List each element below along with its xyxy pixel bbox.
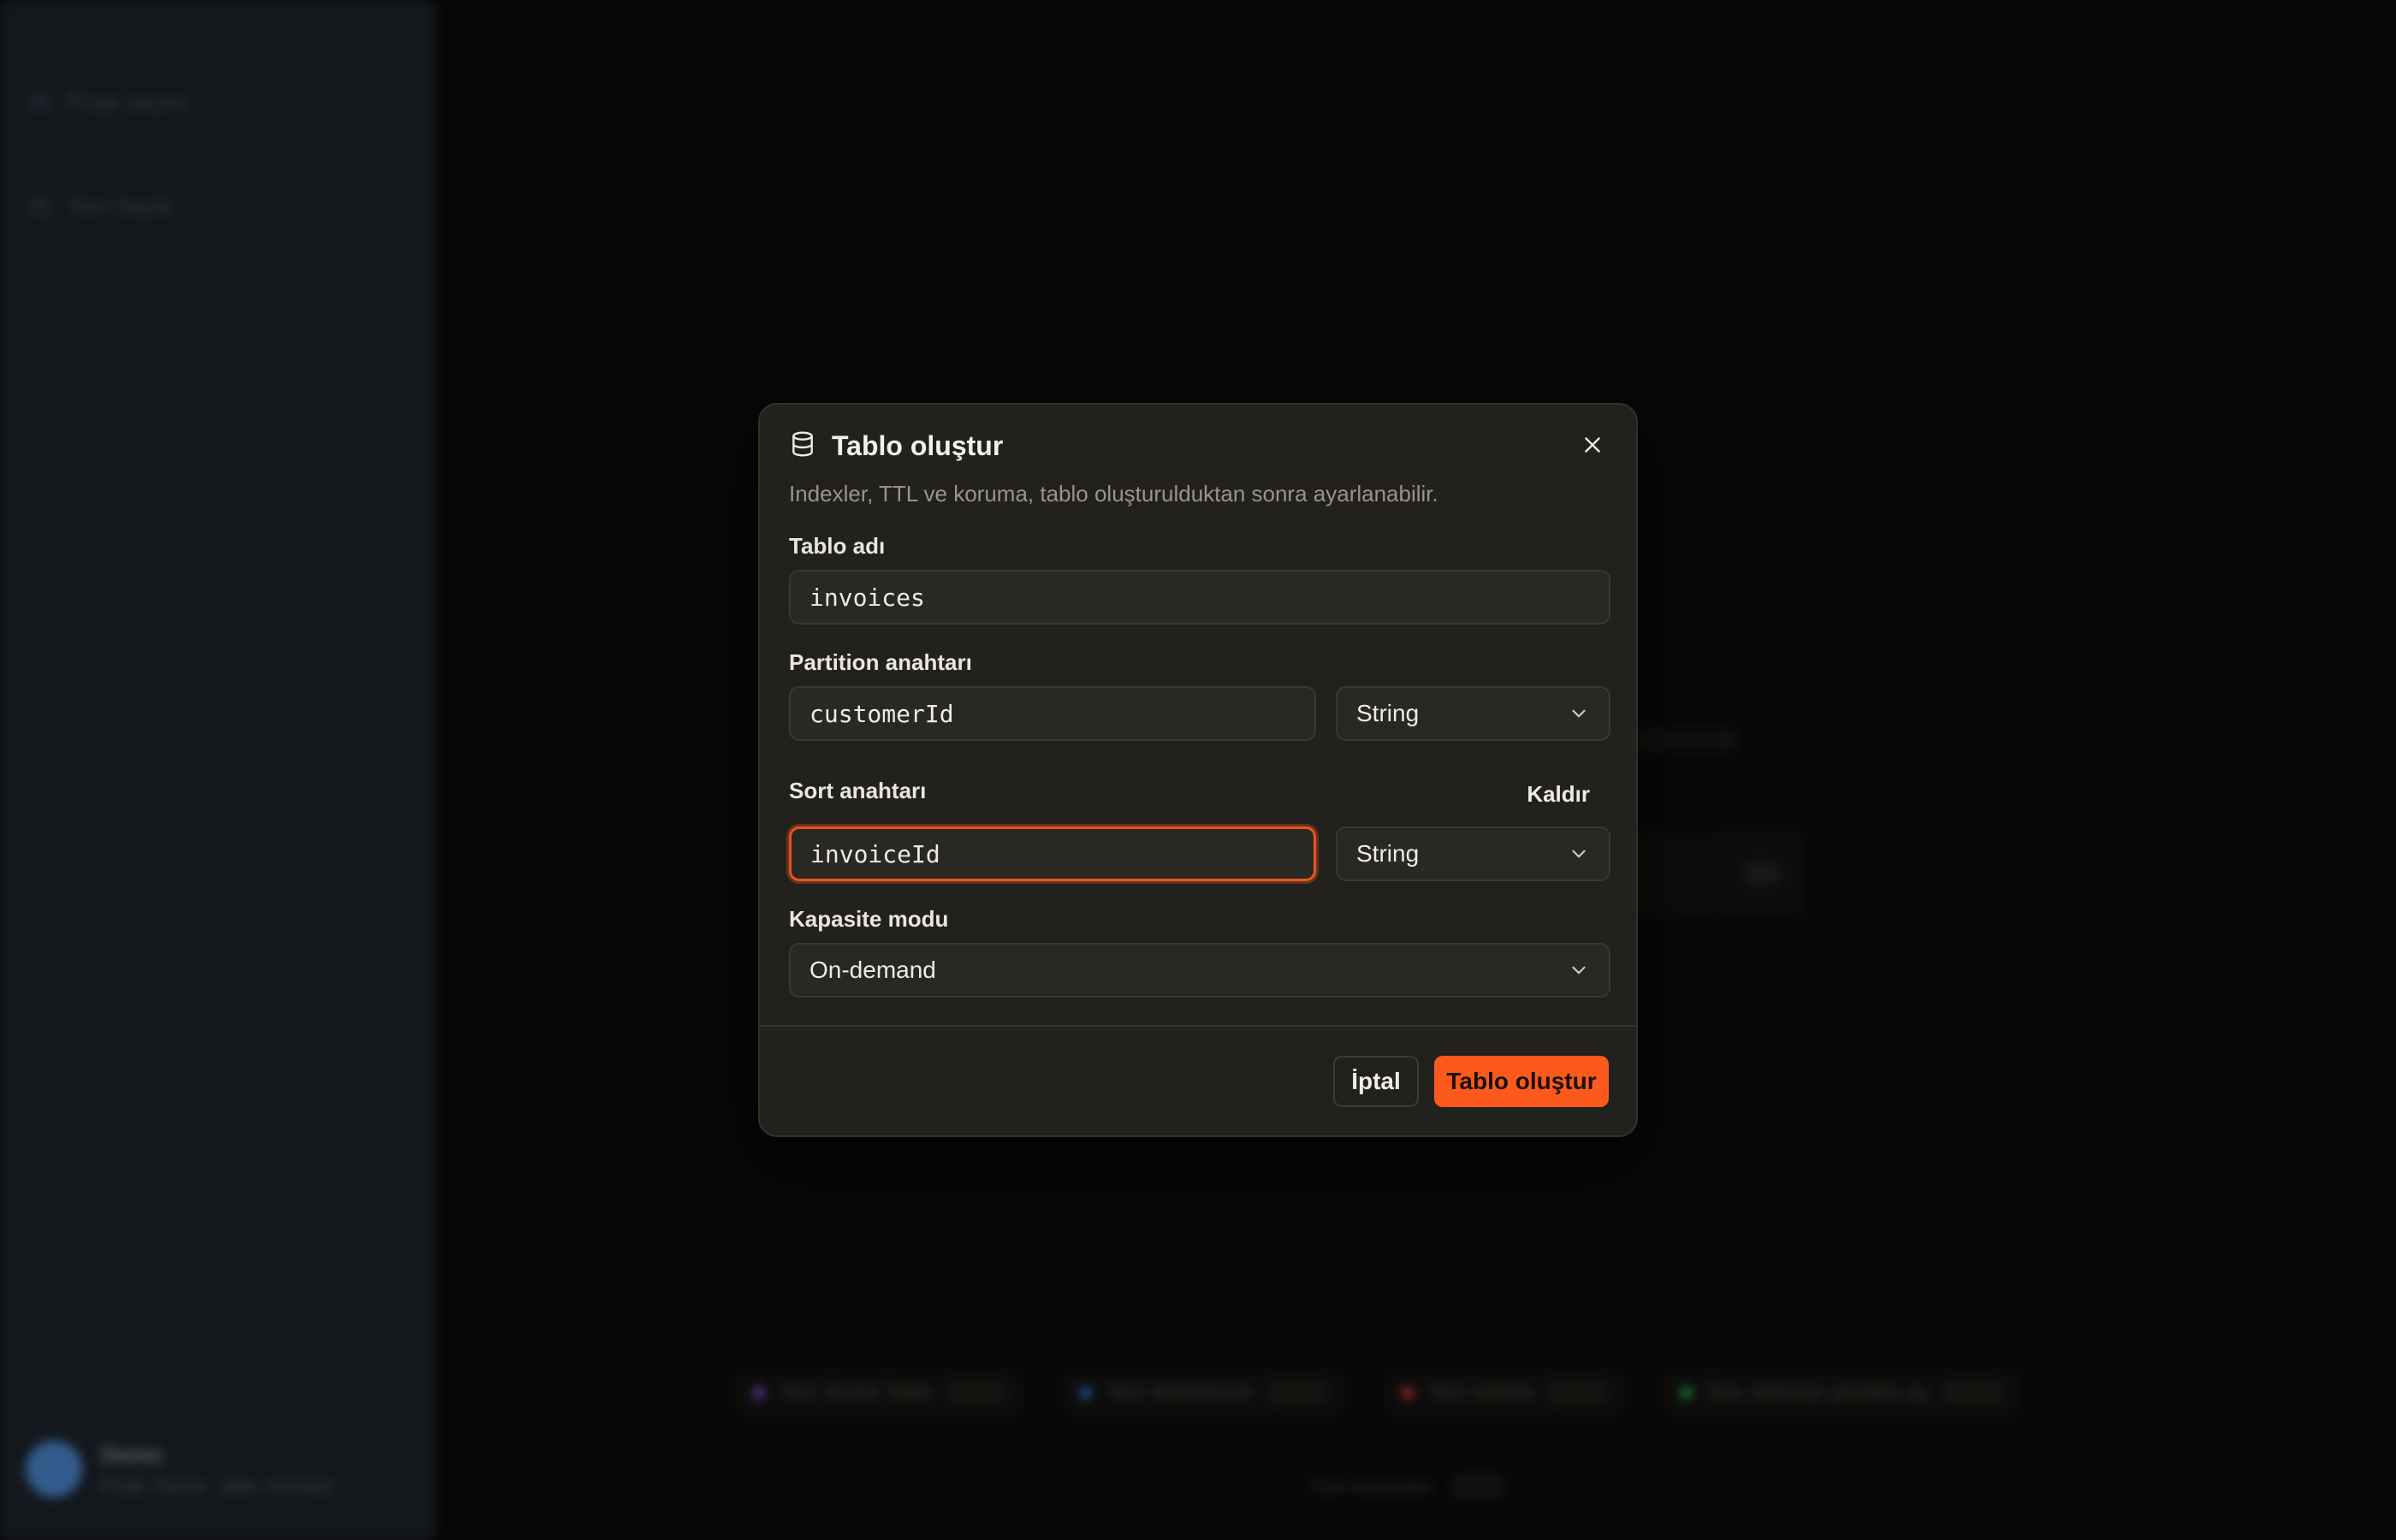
capacity-mode-select[interactable]: On-demand [789, 943, 1610, 998]
dialog-title: Tablo oluştur [832, 430, 1004, 461]
create-table-button[interactable]: Tablo oluştur [1434, 1056, 1609, 1107]
partition-key-label: Partition anahtarı [789, 649, 972, 675]
remove-sort-key-button[interactable]: Kaldır [1527, 781, 1590, 808]
sort-key-label: Sort anahtarı [789, 778, 927, 803]
sort-key-input[interactable]: invoiceId [789, 826, 1316, 881]
close-button[interactable] [1573, 425, 1612, 465]
partition-key-input[interactable]: customerId [789, 686, 1316, 741]
close-icon [1585, 437, 1600, 453]
partition-key-type-select[interactable]: String [1336, 686, 1610, 741]
create-table-dialog: Tablo oluştur Indexler, TTL ve koruma, t… [758, 403, 1638, 1137]
select-value: On-demand [810, 957, 936, 983]
capacity-mode-label: Kapasite modu [789, 906, 949, 932]
footer-divider [760, 1025, 1636, 1027]
cancel-button[interactable]: İptal [1333, 1056, 1419, 1107]
chevron-down-icon [1572, 850, 1586, 858]
table-name-label: Tablo adı [789, 533, 886, 559]
select-value: String [1356, 840, 1420, 867]
dialog-header: Tablo oluştur Indexler, TTL ve koruma, t… [789, 430, 1607, 507]
sort-key-type-select[interactable]: String [1336, 826, 1610, 881]
table-name-input[interactable]: invoices [789, 570, 1610, 625]
database-icon [789, 430, 816, 462]
chevron-down-icon [1572, 966, 1586, 974]
dialog-description: Indexler, TTL ve koruma, tablo oluşturul… [789, 481, 1438, 506]
chevron-down-icon [1572, 709, 1586, 718]
select-value: String [1356, 700, 1420, 726]
